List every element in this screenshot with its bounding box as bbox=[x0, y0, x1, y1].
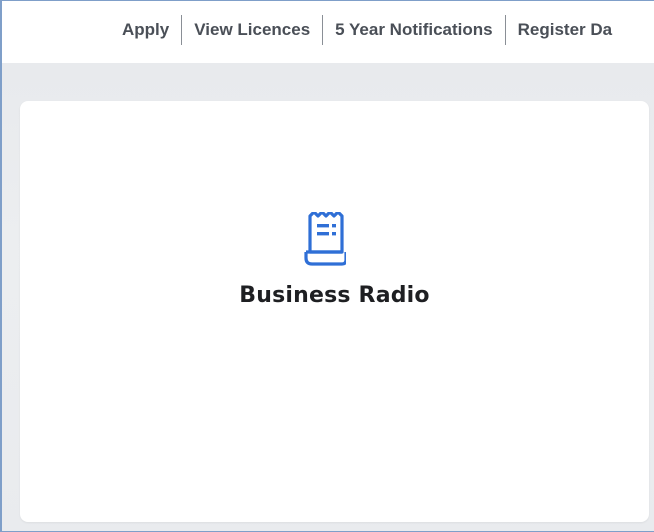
nav-item-register[interactable]: Register Da bbox=[506, 16, 624, 44]
nav-menu: Apply View Licences 5 Year Notifications… bbox=[110, 15, 624, 45]
card-title: Business Radio bbox=[239, 283, 430, 308]
nav-item-5-year-notifications[interactable]: 5 Year Notifications bbox=[323, 16, 504, 44]
top-navigation: Apply View Licences 5 Year Notifications… bbox=[2, 1, 654, 63]
nav-item-view-licences[interactable]: View Licences bbox=[182, 16, 322, 44]
receipt-icon bbox=[304, 212, 346, 266]
nav-item-apply[interactable]: Apply bbox=[110, 16, 181, 44]
business-radio-card[interactable] bbox=[20, 101, 649, 522]
